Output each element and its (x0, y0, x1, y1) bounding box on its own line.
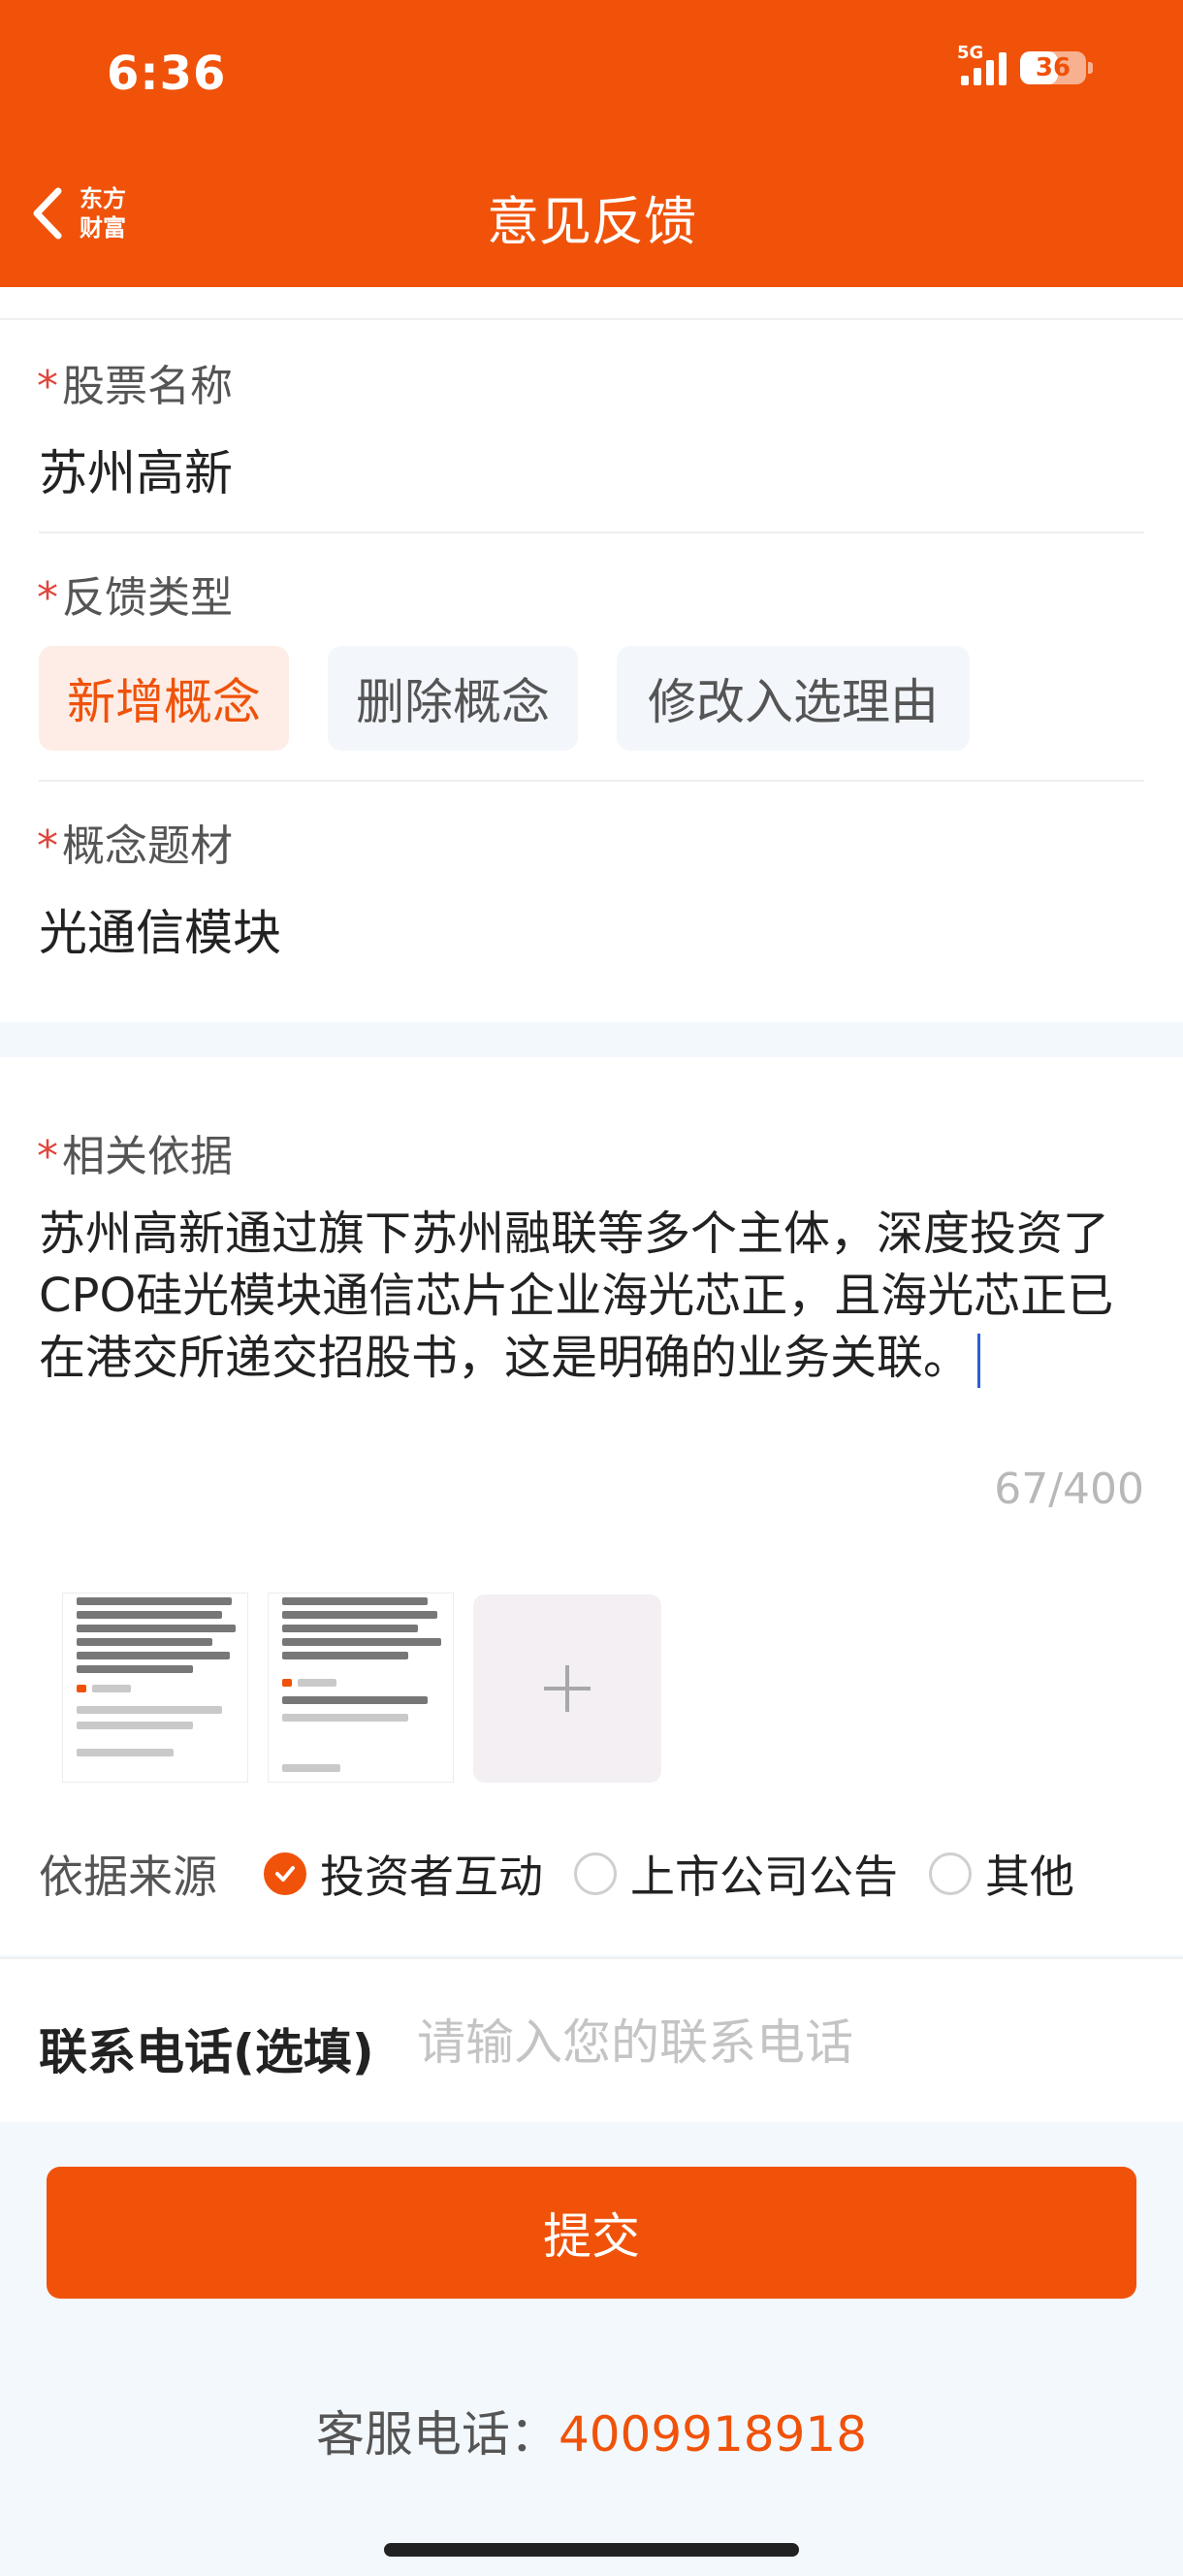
battery-icon: 36 (1020, 51, 1093, 84)
status-icons: 5G 36 (957, 43, 1093, 85)
stock-name-value: 苏州高新 (39, 445, 233, 501)
text-cursor (977, 1334, 981, 1388)
basis-label: *相关依据 (37, 1132, 233, 1181)
divider (39, 531, 1144, 533)
service-label: 客服电话： (315, 2406, 559, 2463)
basis-text: 苏州高新通过旗下苏州融联等多个主体，深度投资了CPO硅光模块通信芯片企业海光芯正… (39, 1207, 1114, 1385)
concept-label: *概念题材 (37, 821, 233, 871)
radio-label: 投资者互动 (320, 1851, 543, 1903)
signal-icon: 5G (957, 43, 1007, 85)
concept-value[interactable]: 光通信模块 (39, 894, 281, 964)
checkmark-icon (264, 1852, 306, 1895)
basis-card: *相关依据 苏州高新通过旗下苏州融联等多个主体，深度投资了CPO硅光模块通信芯片… (0, 1057, 1183, 1955)
source-option-other[interactable]: 其他 (929, 1842, 1074, 1906)
radio-label: 上市公司公告 (630, 1851, 898, 1903)
feedback-type-modify-reason[interactable]: 修改入选理由 (617, 646, 970, 751)
status-time: 6:36 (107, 47, 227, 101)
phone-row: 联系电话(选填) (0, 1957, 1183, 2122)
basis-textarea[interactable]: 苏州高新通过旗下苏州融联等多个主体，深度投资了CPO硅光模块通信芯片企业海光芯正… (39, 1203, 1154, 1389)
app-header: 6:36 5G 36 东方 财富 意见反馈 (0, 0, 1183, 287)
feedback-type-delete-concept[interactable]: 删除概念 (328, 646, 578, 751)
feedback-type-label: *反馈类型 (37, 573, 233, 623)
service-phone-number[interactable]: 4009918918 (559, 2406, 867, 2463)
plus-icon (544, 1665, 591, 1712)
page-title: 意见反馈 (487, 191, 696, 252)
divider (39, 780, 1144, 782)
phone-label: 联系电话(选填) (39, 2024, 374, 2080)
add-image-button[interactable] (473, 1594, 661, 1783)
phone-input[interactable] (417, 2004, 1135, 2081)
stock-name-label: *股票名称 (37, 362, 233, 411)
feedback-type-add-concept[interactable]: 新增概念 (39, 646, 289, 751)
attachment-thumbnail-1[interactable] (62, 1593, 248, 1783)
source-option-investor-interaction[interactable]: 投资者互动 (264, 1842, 543, 1906)
attachment-thumbnail-2[interactable] (268, 1593, 454, 1783)
char-counter: 67/400 (994, 1465, 1144, 1514)
divider (0, 318, 1183, 320)
radio-label: 其他 (985, 1851, 1074, 1903)
source-option-company-announcement[interactable]: 上市公司公告 (574, 1842, 898, 1906)
submit-button[interactable]: 提交 (47, 2167, 1136, 2299)
source-label: 依据来源 (39, 1851, 217, 1903)
source-options: 依据来源 投资者互动 上市公司公告 其他 (39, 1845, 1105, 1903)
battery-level: 36 (1035, 53, 1071, 82)
home-indicator (384, 2543, 799, 2557)
customer-service: 客服电话：4009918918 (0, 2396, 1183, 2465)
stock-info-card: *股票名称 苏州高新 *反馈类型 新增概念 删除概念 修改入选理由 *概念题材 … (0, 287, 1183, 1022)
radio-circle-icon (929, 1852, 972, 1895)
radio-circle-icon (574, 1852, 617, 1895)
network-type: 5G (957, 43, 984, 63)
